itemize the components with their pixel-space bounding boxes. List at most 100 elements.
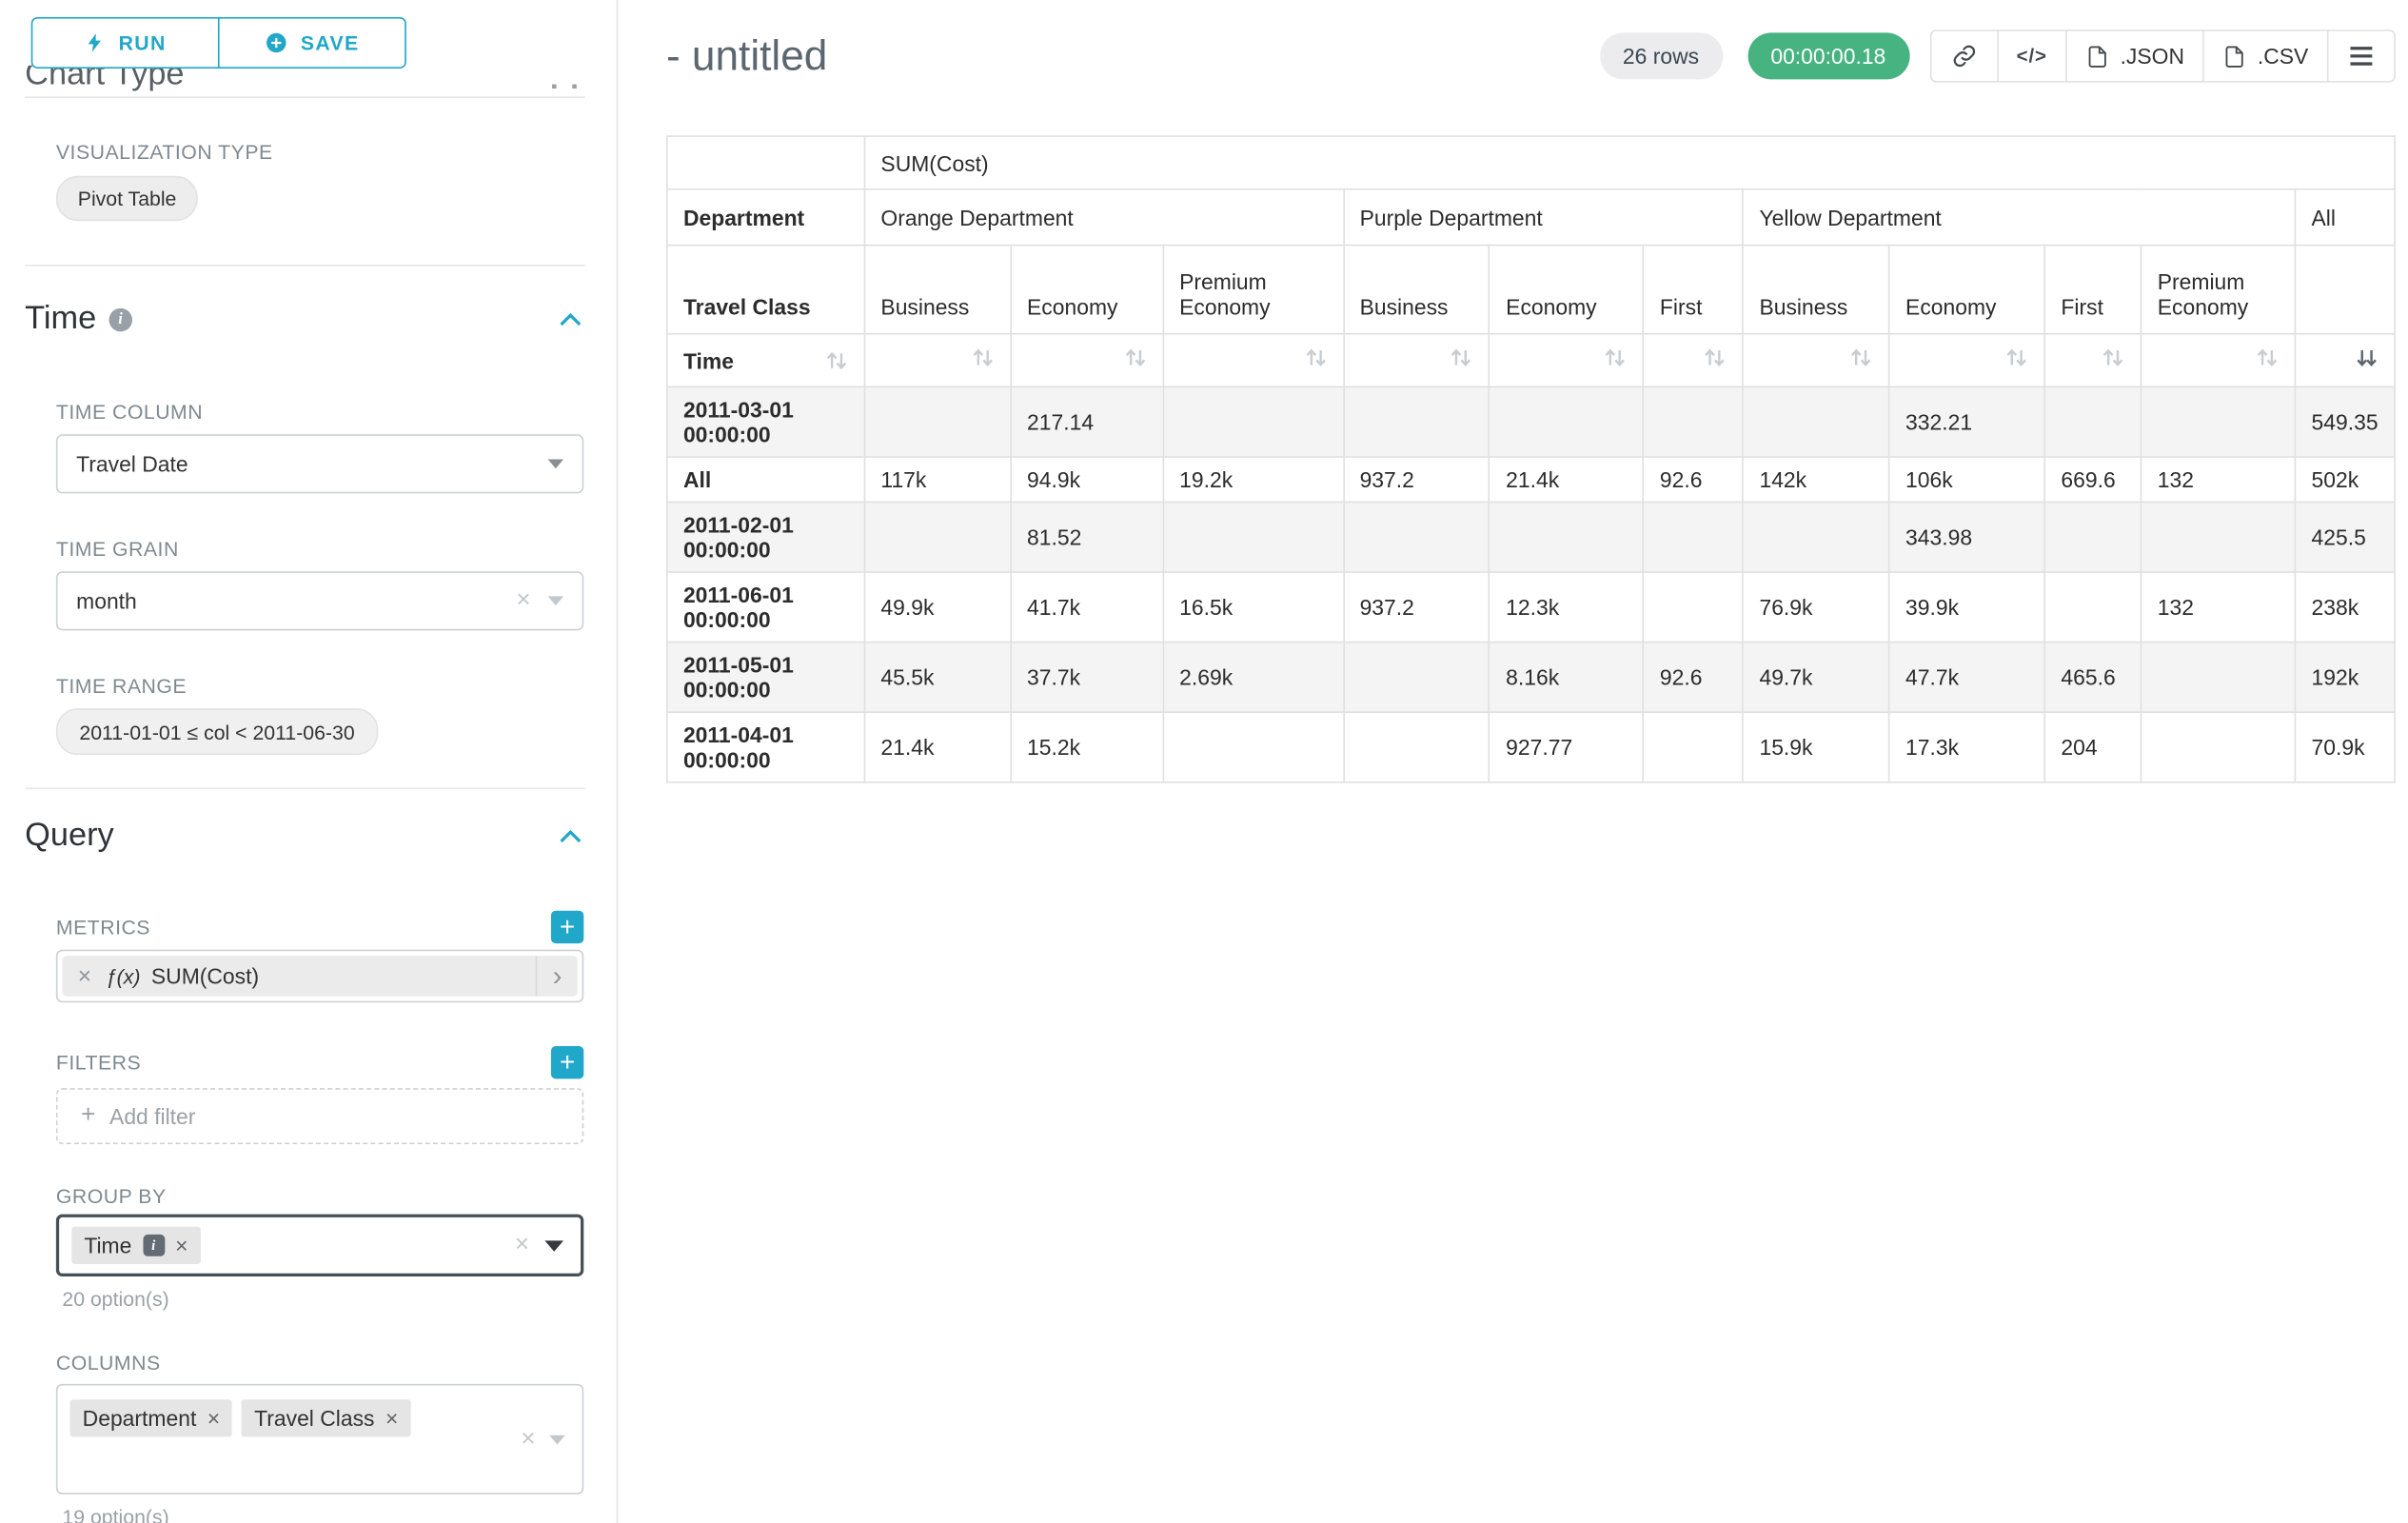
value-cell: 92.6 — [1644, 643, 1744, 713]
file-icon — [2223, 45, 2247, 69]
value-cell — [1743, 502, 1889, 572]
sort-header-cell[interactable] — [1163, 334, 1343, 387]
value-cell: 502k — [2295, 457, 2395, 502]
sort-desc-icon[interactable] — [2355, 347, 2378, 369]
sort-icon[interactable] — [1604, 347, 1628, 369]
field-chip[interactable]: Travel Class× — [242, 1399, 410, 1436]
metric-chip[interactable]: × ƒ(x) SUM(Cost) › — [62, 956, 577, 997]
leaf-column-header: First — [1644, 246, 1744, 334]
remove-icon[interactable]: × — [385, 1407, 398, 1429]
time-section-header: Time i — [25, 301, 582, 338]
caret-down-icon[interactable] — [544, 1240, 563, 1251]
chevron-right-icon[interactable]: › — [536, 956, 578, 997]
sort-icon[interactable] — [1849, 347, 1873, 369]
caret-down-icon[interactable] — [549, 1434, 564, 1444]
clear-icon[interactable]: × — [516, 588, 530, 613]
sort-header-cell[interactable] — [2142, 334, 2296, 387]
share-link-button[interactable] — [1929, 30, 1998, 83]
value-cell — [1743, 386, 1889, 457]
time-grain-label: TIME GRAIN — [56, 537, 583, 561]
chevron-up-icon[interactable] — [559, 829, 582, 843]
leaf-column-header: Economy — [1490, 246, 1644, 334]
time-column-label: TIME COLUMN — [56, 400, 583, 424]
value-cell — [1163, 712, 1343, 782]
sort-icon[interactable] — [2102, 347, 2125, 369]
save-button[interactable]: SAVE — [218, 17, 406, 69]
add-filter-button[interactable]: + Add filter — [56, 1088, 583, 1144]
time-range-label: TIME RANGE — [56, 674, 583, 698]
sort-header-cell[interactable] — [1490, 334, 1644, 387]
time-grain-select[interactable]: month × — [56, 571, 583, 630]
columns-control[interactable]: Department×Travel Class× × — [56, 1384, 583, 1494]
chart-panel: - untitled 26 rows 00:00:00.18 </> — [618, 0, 2408, 1523]
group-by-options-hint: 20 option(s) — [62, 1287, 616, 1311]
value-cell: 132 — [2142, 572, 2296, 643]
chart-header: - untitled 26 rows 00:00:00.18 </> — [666, 30, 2396, 83]
sort-header-cell[interactable] — [864, 334, 1011, 387]
column-group-header: Purple Department — [1343, 189, 1743, 246]
sort-icon[interactable] — [1123, 347, 1147, 369]
add-filter-plus-button[interactable]: + — [551, 1046, 583, 1078]
sort-icon[interactable] — [1450, 347, 1473, 369]
columns-chips: Department×Travel Class× — [66, 1396, 416, 1440]
sort-header-cell[interactable] — [1644, 334, 1744, 387]
menu-button[interactable] — [2327, 30, 2396, 83]
sort-header-cell[interactable] — [1889, 334, 2044, 387]
sort-header-cell[interactable] — [2044, 334, 2141, 387]
value-cell — [1490, 502, 1644, 572]
field-chip[interactable]: Department× — [70, 1399, 233, 1436]
value-cell: 41.7k — [1011, 572, 1163, 643]
chevron-up-icon[interactable] — [559, 312, 582, 326]
metrics-control: × ƒ(x) SUM(Cost) › — [56, 950, 583, 1003]
value-cell: 142k — [1743, 457, 1889, 502]
group-by-control[interactable]: Timei× × — [56, 1215, 583, 1276]
info-icon[interactable]: i — [109, 307, 132, 331]
viz-type-pill[interactable]: Pivot Table — [56, 176, 198, 221]
value-cell: 16.5k — [1163, 572, 1343, 643]
table-row: 2011-05-01 00:00:0045.5k37.7k2.69k8.16k9… — [667, 643, 2395, 713]
remove-icon[interactable]: × — [78, 964, 91, 988]
metric-chip-label: SUM(Cost) — [151, 963, 259, 988]
value-cell: 94.9k — [1011, 457, 1163, 502]
sort-icon[interactable] — [971, 347, 995, 369]
sort-icon[interactable] — [1304, 347, 1328, 369]
clear-icon[interactable]: × — [521, 1427, 535, 1452]
leaf-column-header: Premium Economy — [2142, 246, 2296, 334]
leaf-column-header: Economy — [1889, 246, 2044, 334]
time-column-value: Travel Date — [76, 451, 188, 476]
sort-header-cell[interactable] — [1343, 334, 1490, 387]
time-range-pill[interactable]: 2011-01-01 ≤ col < 2011-06-30 — [56, 708, 378, 755]
value-cell: 45.5k — [864, 643, 1011, 713]
query-section-header: Query — [25, 818, 582, 855]
row-header: 2011-02-01 00:00:00 — [667, 502, 864, 572]
embed-code-button[interactable]: </> — [1996, 30, 2067, 83]
columns-label: COLUMNS — [56, 1352, 583, 1375]
remove-icon[interactable]: × — [175, 1235, 188, 1256]
columns-options-hint: 19 option(s) — [62, 1505, 616, 1523]
time-axis-header[interactable]: Time — [667, 334, 864, 387]
leaf-column-header: Business — [864, 246, 1011, 334]
time-column-select[interactable]: Travel Date — [56, 434, 583, 493]
sort-header-cell[interactable] — [1011, 334, 1163, 387]
sort-icon[interactable] — [1704, 347, 1727, 369]
add-metric-button[interactable]: + — [551, 911, 583, 943]
sort-icon[interactable] — [825, 349, 849, 371]
value-cell: 192k — [2295, 643, 2395, 713]
table-row: All117k94.9k19.2k937.221.4k92.6142k106k6… — [667, 457, 2395, 502]
value-cell: 132 — [2142, 457, 2296, 502]
sort-icon[interactable] — [2256, 347, 2280, 369]
sort-icon[interactable] — [2005, 347, 2029, 369]
lightning-icon — [85, 31, 107, 55]
field-chip[interactable]: Timei× — [71, 1227, 200, 1264]
group-by-label: GROUP BY — [56, 1185, 583, 1209]
clear-icon[interactable]: × — [515, 1233, 529, 1257]
run-button[interactable]: RUN — [31, 17, 220, 69]
value-cell — [2044, 386, 2141, 457]
sort-header-cell[interactable] — [2295, 334, 2395, 387]
export-json-button[interactable]: .JSON — [2065, 30, 2204, 83]
export-csv-button[interactable]: .CSV — [2203, 30, 2329, 83]
value-cell: 465.6 — [2044, 643, 2141, 713]
sort-header-cell[interactable] — [1743, 334, 1889, 387]
table-row: 2011-04-01 00:00:0021.4k15.2k927.7715.9k… — [667, 712, 2395, 782]
remove-icon[interactable]: × — [207, 1407, 220, 1429]
